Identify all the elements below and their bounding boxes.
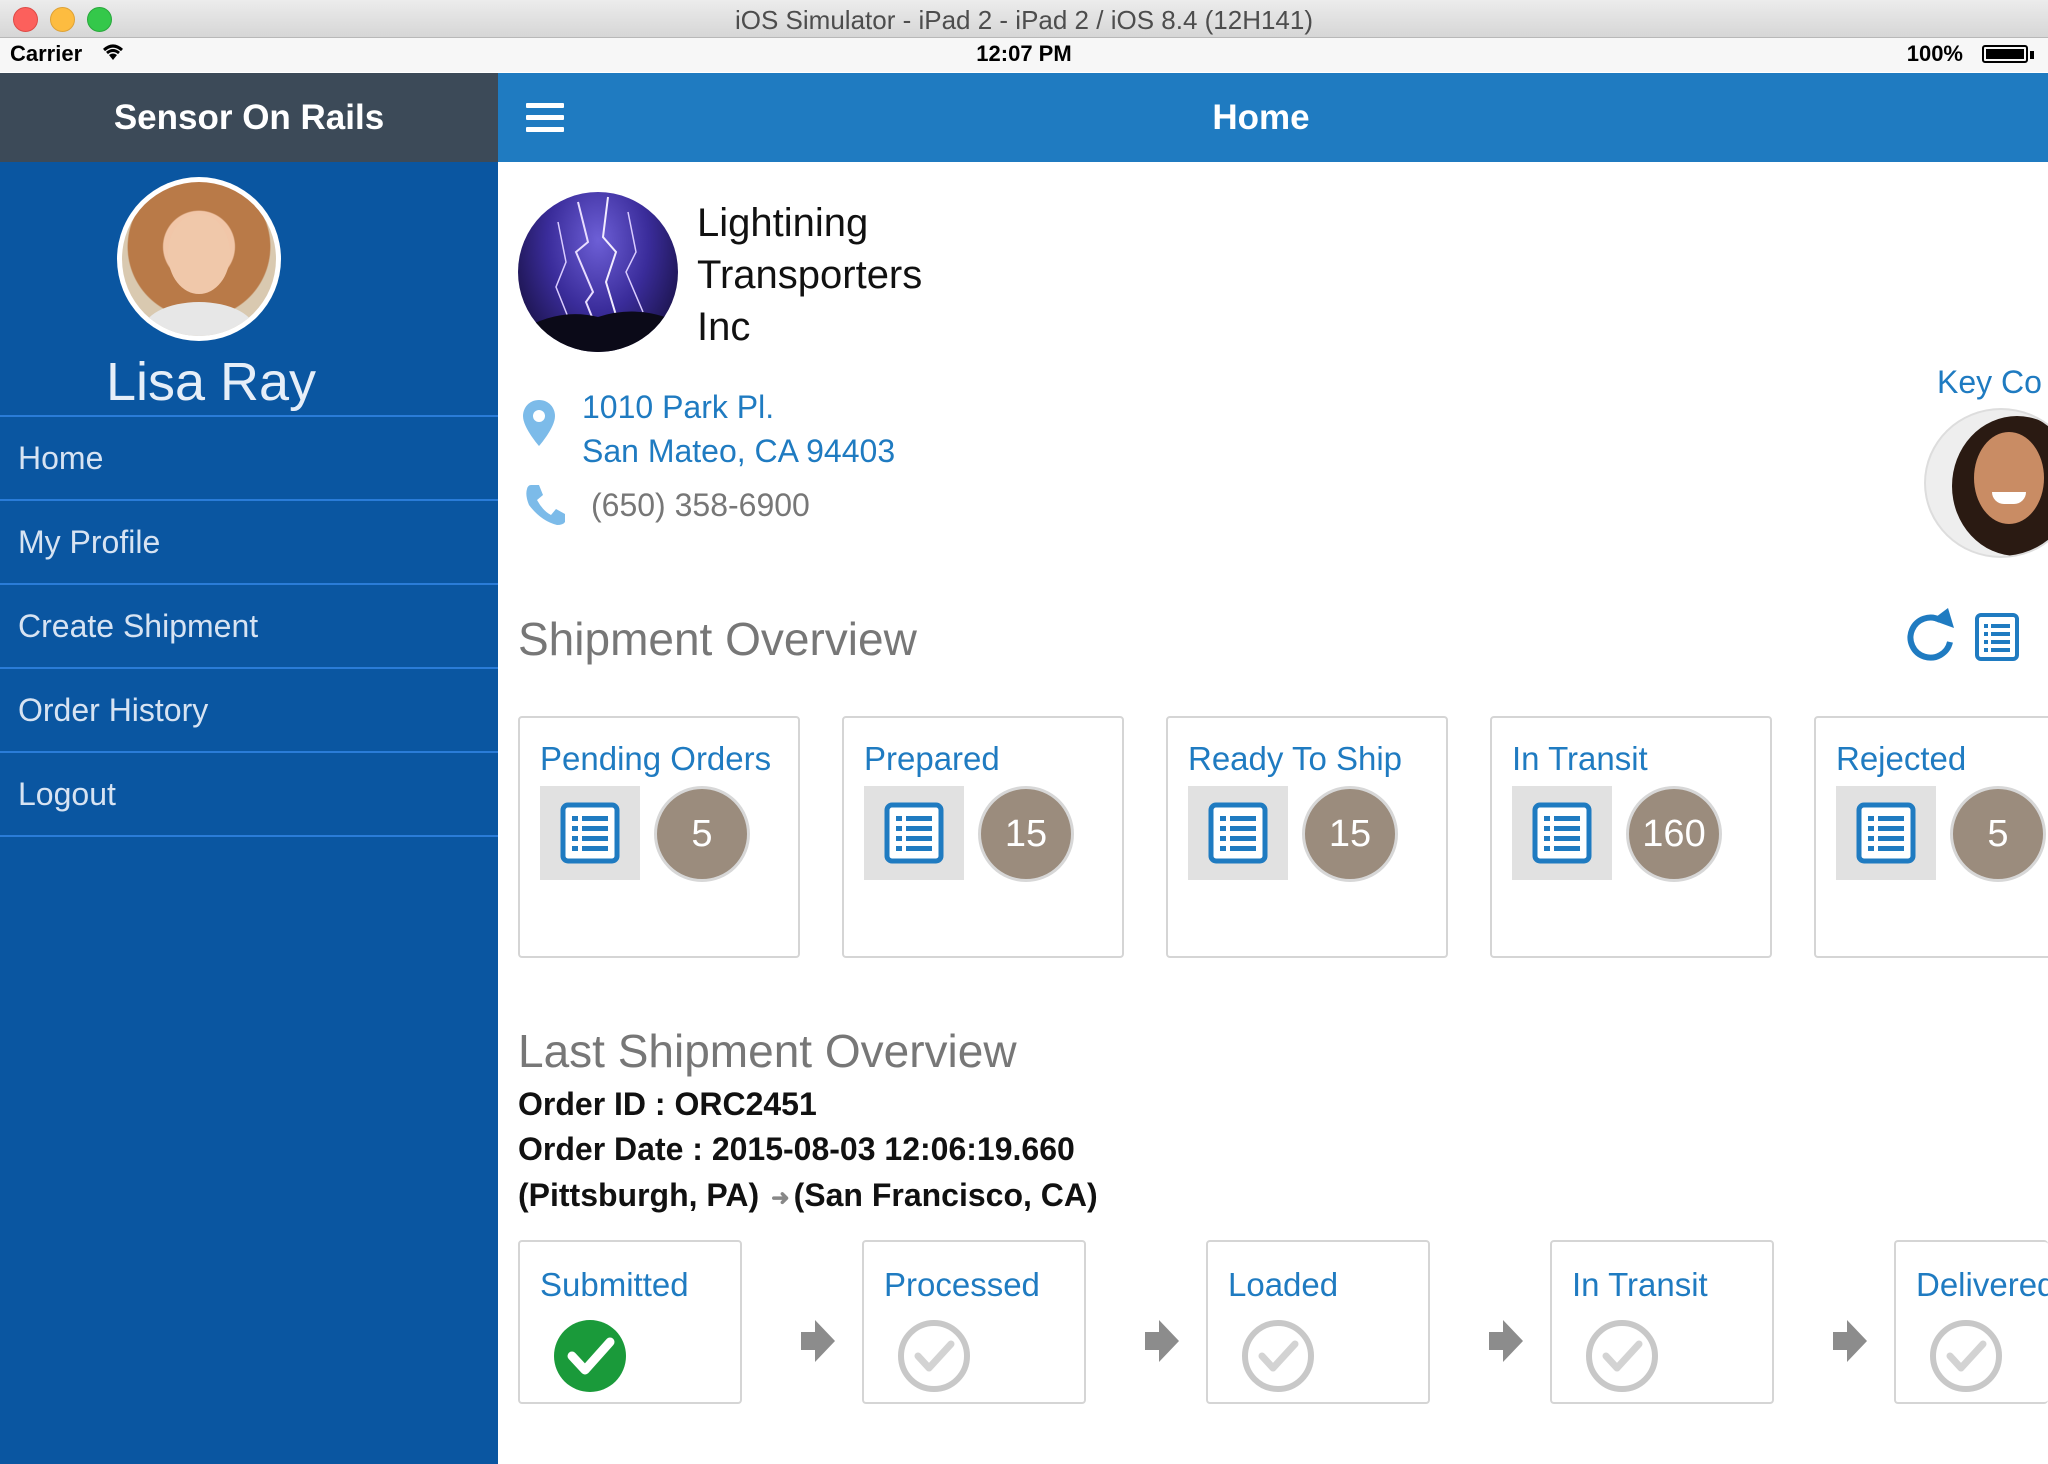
step-label: In Transit — [1572, 1266, 1708, 1303]
step-arrow-icon — [1833, 1318, 1867, 1369]
step-card-loaded[interactable]: Loaded — [1206, 1240, 1430, 1404]
battery-percent: 100% — [1906, 41, 1963, 66]
step-card-in-transit[interactable]: In Transit — [1550, 1240, 1774, 1404]
status-card-prepared[interactable]: Prepared 15 — [842, 716, 1124, 958]
list-icon — [1188, 786, 1288, 880]
list-icon — [1836, 786, 1936, 880]
user-avatar[interactable] — [117, 177, 281, 341]
page-title: Home — [1212, 98, 1310, 137]
simulator-title-bar: iOS Simulator - iPad 2 - iPad 2 / iOS 8.… — [0, 0, 2048, 38]
route-destination: (San Francisco, CA) — [793, 1177, 1098, 1213]
order-id: Order ID : ORC2451 — [518, 1086, 817, 1122]
status-card-ready-to-ship[interactable]: Ready To Ship 15 — [1166, 716, 1448, 958]
status-card-in-transit[interactable]: In Transit 160 — [1490, 716, 1772, 958]
step-label: Submitted — [540, 1266, 689, 1303]
step-card-processed[interactable]: Processed — [862, 1240, 1086, 1404]
sidebar-item-create-shipment[interactable]: Create Shipment — [0, 583, 498, 667]
status-time: 12:07 PM — [976, 41, 1072, 66]
step-card-submitted[interactable]: Submitted — [518, 1240, 742, 1404]
count-badge: 5 — [654, 786, 750, 882]
lightning-icon — [518, 196, 678, 352]
app-title: Sensor On Rails — [0, 73, 498, 162]
check-complete-icon — [552, 1318, 628, 1399]
top-nav-bar: Home — [498, 73, 2048, 162]
company-name-line-3: Inc — [697, 305, 751, 349]
status-card-label: Prepared — [864, 740, 1000, 777]
address-line-2: San Mateo, CA 94403 — [582, 433, 896, 469]
status-card-pending-orders[interactable]: Pending Orders 5 — [518, 716, 800, 958]
sidebar-nav: Home My Profile Create Shipment Order Hi… — [0, 415, 498, 837]
check-pending-icon — [896, 1318, 972, 1399]
step-label: Processed — [884, 1266, 1040, 1303]
count-badge: 5 — [1950, 786, 2046, 882]
status-card-label: Rejected — [1836, 740, 1967, 777]
phone-icon — [523, 481, 567, 532]
sidebar-item-my-profile[interactable]: My Profile — [0, 499, 498, 583]
battery-tip — [2030, 51, 2034, 59]
list-icon — [864, 786, 964, 880]
company-name: Lightining Transporters Inc — [697, 197, 997, 353]
status-card-rejected[interactable]: Rejected 5 — [1814, 716, 2048, 958]
status-card-label: Pending Orders — [540, 740, 772, 777]
count-badge: 160 — [1626, 786, 1722, 882]
sidebar-item-order-history[interactable]: Order History — [0, 667, 498, 751]
shipment-overview-title: Shipment Overview — [518, 613, 917, 665]
company-name-line-2: Transporters — [697, 253, 923, 297]
order-route: (Pittsburgh, PA) ➜ (San Francisco, CA) — [518, 1177, 1098, 1214]
route-origin: (Pittsburgh, PA) — [518, 1177, 760, 1213]
order-date: Order Date : 2015-08-03 12:06:19.660 — [518, 1131, 1075, 1167]
step-label: Delivered — [1916, 1266, 2048, 1303]
key-contact-face — [1974, 432, 2044, 524]
key-contact-avatar[interactable] — [1924, 408, 2048, 558]
company-name-line-1: Lightining — [697, 201, 869, 245]
report-list-icon[interactable] — [1974, 612, 2020, 667]
status-card-label: Ready To Ship — [1188, 740, 1403, 777]
route-arrow-icon: ➜ — [771, 1184, 790, 1210]
window-title: iOS Simulator - iPad 2 - iPad 2 / iOS 8.… — [734, 5, 1314, 35]
user-name: Lisa Ray — [105, 352, 317, 412]
list-icon — [540, 786, 640, 880]
sidebar-item-home[interactable]: Home — [0, 415, 498, 499]
ios-status-bar: Carrier 12:07 PM 100% — [0, 38, 2048, 72]
step-arrow-icon — [801, 1318, 835, 1369]
count-badge: 15 — [978, 786, 1074, 882]
check-pending-icon — [1584, 1318, 1660, 1399]
check-pending-icon — [1928, 1318, 2004, 1399]
check-pending-icon — [1240, 1318, 1316, 1399]
sidebar-item-logout[interactable]: Logout — [0, 751, 498, 837]
step-arrow-icon — [1145, 1318, 1179, 1369]
sidebar: Sensor On Rails Lisa Ray Home My Profile… — [0, 73, 498, 1464]
battery-icon — [1982, 45, 2028, 63]
company-address[interactable]: 1010 Park Pl. San Mateo, CA 94403 — [582, 385, 895, 473]
user-shirt — [142, 302, 256, 336]
company-logo — [518, 192, 678, 352]
step-label: Loaded — [1228, 1266, 1339, 1303]
status-card-label: In Transit — [1512, 740, 1648, 777]
step-arrow-icon — [1489, 1318, 1523, 1369]
address-line-1: 1010 Park Pl. — [582, 389, 775, 425]
key-contact-label: Key Co — [1937, 364, 2042, 400]
location-pin-icon — [521, 398, 557, 453]
last-shipment-title: Last Shipment Overview — [518, 1025, 1017, 1077]
user-photo — [122, 182, 276, 336]
user-face — [168, 214, 230, 294]
company-phone[interactable]: (650) 358-6900 — [591, 487, 810, 524]
list-icon — [1512, 786, 1612, 880]
count-badge: 15 — [1302, 786, 1398, 882]
step-card-delivered[interactable]: Delivered — [1894, 1240, 2048, 1404]
refresh-icon[interactable] — [1904, 606, 1964, 671]
